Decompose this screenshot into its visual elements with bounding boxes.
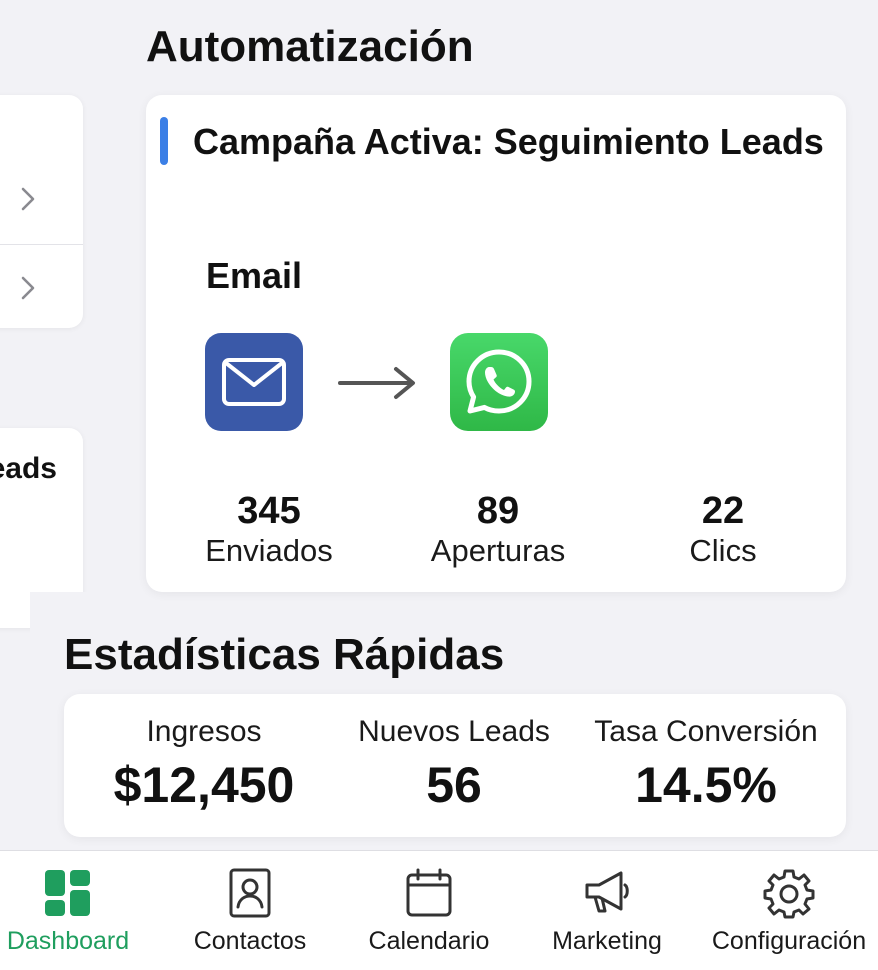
stat-revenue: Ingresos $12,450 bbox=[74, 714, 334, 816]
nav-label: Calendario bbox=[368, 927, 490, 955]
megaphone-icon bbox=[581, 867, 633, 919]
stat-label: Ingresos bbox=[146, 715, 262, 748]
stat-label: Nuevos Leads bbox=[358, 715, 550, 748]
automation-section-title: Automatización bbox=[146, 22, 474, 71]
nav-item-contacts[interactable]: Contactos bbox=[184, 851, 316, 970]
metric-opens: 89 Aperturas bbox=[398, 489, 598, 569]
chevron-right-icon[interactable] bbox=[20, 186, 36, 211]
metric-label: Aperturas bbox=[430, 533, 566, 568]
metric-value: 22 bbox=[701, 490, 745, 532]
app-screen: eads Automatización Campaña Activa: Segu… bbox=[0, 0, 878, 970]
stat-conversion-rate: Tasa Conversión 14.5% bbox=[576, 714, 836, 816]
email-icon bbox=[205, 333, 303, 431]
contacts-icon bbox=[224, 867, 276, 919]
stat-value: $12,450 bbox=[113, 757, 295, 813]
campaign-title: Campaña Activa: Seguimiento Leads bbox=[193, 121, 824, 162]
arrow-right-icon bbox=[338, 365, 418, 406]
metric-sent: 345 Enviados bbox=[169, 489, 369, 569]
metric-value: 345 bbox=[237, 490, 301, 532]
metric-clicks: 22 Clics bbox=[623, 489, 823, 569]
calendar-icon bbox=[403, 867, 455, 919]
stat-value: 56 bbox=[426, 757, 482, 813]
metric-value: 89 bbox=[476, 490, 520, 532]
list-divider bbox=[0, 244, 83, 245]
nav-label: Contactos bbox=[193, 927, 307, 955]
left-list-card bbox=[0, 95, 83, 328]
stat-label: Tasa Conversión bbox=[594, 715, 818, 748]
nav-item-dashboard[interactable]: Dashboard bbox=[0, 851, 136, 970]
dashboard-icon bbox=[42, 867, 94, 919]
campaign-accent-bar bbox=[160, 117, 168, 165]
metric-label: Enviados bbox=[205, 533, 333, 568]
quick-stats-card: Ingresos $12,450 Nuevos Leads 56 Tasa Co… bbox=[64, 694, 846, 837]
gear-icon bbox=[763, 867, 815, 919]
nav-item-settings[interactable]: Configuración bbox=[704, 851, 874, 970]
whatsapp-icon bbox=[450, 333, 548, 431]
stat-new-leads: Nuevos Leads 56 bbox=[324, 714, 584, 816]
channel-label: Email bbox=[206, 255, 303, 296]
chevron-right-icon[interactable] bbox=[20, 275, 36, 300]
nav-label: Configuración bbox=[711, 927, 867, 955]
bottom-nav: Dashboard Contactos Calendario Marketing… bbox=[0, 850, 878, 970]
stats-section-title: Estadísticas Rápidas bbox=[64, 630, 505, 679]
nav-item-calendar[interactable]: Calendario bbox=[360, 851, 498, 970]
nav-label: Marketing bbox=[552, 927, 662, 955]
nav-label: Dashboard bbox=[6, 927, 130, 955]
stat-value: 14.5% bbox=[635, 757, 777, 813]
left-card-title: eads bbox=[0, 452, 57, 485]
campaign-card[interactable]: Campaña Activa: Seguimiento Leads Email … bbox=[146, 95, 846, 592]
nav-item-marketing[interactable]: Marketing bbox=[542, 851, 672, 970]
metric-label: Clics bbox=[689, 533, 757, 568]
